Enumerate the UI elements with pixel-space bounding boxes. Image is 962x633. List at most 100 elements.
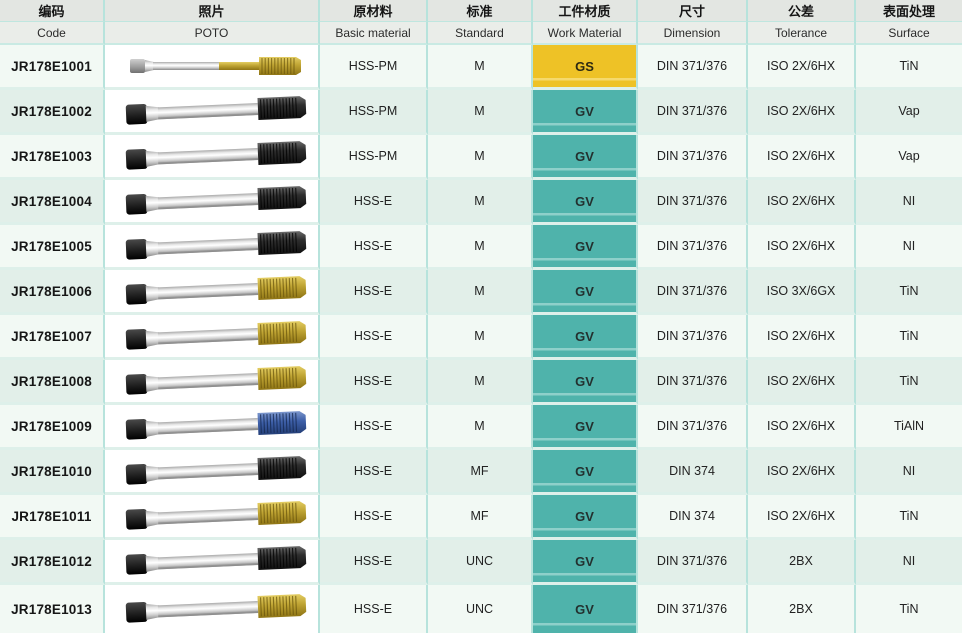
code-cell: JR178E1003 — [0, 135, 105, 180]
tap-photo-image — [113, 135, 309, 179]
photo-cell — [105, 180, 320, 225]
basic-material-cell: HSS-E — [320, 495, 428, 540]
work-material-cell: GV — [533, 405, 638, 450]
standard-cell: M — [428, 360, 533, 405]
code-cell: JR178E1007 — [0, 315, 105, 360]
basic-material-cell: HSS-E — [320, 225, 428, 270]
tolerance-cell: ISO 2X/6HX — [748, 45, 856, 90]
surface-cell: TiAlN — [856, 405, 962, 450]
tap-photo-image — [113, 450, 309, 494]
photo-cell — [105, 315, 320, 360]
column-header-material-en: Basic material — [320, 22, 428, 45]
tap-photo-image — [113, 495, 309, 539]
standard-cell: M — [428, 180, 533, 225]
standard-cell: M — [428, 405, 533, 450]
standard-cell: M — [428, 225, 533, 270]
work-material-cell: GV — [533, 495, 638, 540]
tap-product-table: 编码照片原材料标准工件材质尺寸公差表面处理CodePOTOBasic mater… — [0, 0, 962, 633]
column-header-code-en: Code — [0, 22, 105, 45]
photo-cell — [105, 360, 320, 405]
work-material-cell: GV — [533, 135, 638, 180]
code-cell: JR178E1006 — [0, 270, 105, 315]
column-header-dimension-en: Dimension — [638, 22, 748, 45]
column-header-material-cn: 原材料 — [320, 0, 428, 22]
work-material-cell: GV — [533, 180, 638, 225]
column-header-tolerance-en: Tolerance — [748, 22, 856, 45]
photo-cell — [105, 270, 320, 315]
code-cell: JR178E1002 — [0, 90, 105, 135]
code-cell: JR178E1012 — [0, 540, 105, 585]
tap-photo-image — [113, 360, 309, 404]
dimension-cell: DIN 371/376 — [638, 270, 748, 315]
tolerance-cell: ISO 2X/6HX — [748, 135, 856, 180]
tap-photo-image — [113, 315, 309, 359]
dimension-cell: DIN 374 — [638, 495, 748, 540]
column-header-code-cn: 编码 — [0, 0, 105, 22]
photo-cell — [105, 450, 320, 495]
column-header-surface-en: Surface — [856, 22, 962, 45]
tap-photo-image — [113, 586, 309, 632]
dimension-cell: DIN 371/376 — [638, 45, 748, 90]
surface-cell: TiN — [856, 45, 962, 90]
tolerance-cell: ISO 2X/6HX — [748, 180, 856, 225]
dimension-cell: DIN 371/376 — [638, 315, 748, 360]
standard-cell: M — [428, 135, 533, 180]
basic-material-cell: HSS-E — [320, 315, 428, 360]
standard-cell: UNC — [428, 540, 533, 585]
work-material-cell: GV — [533, 225, 638, 270]
dimension-cell: DIN 371/376 — [638, 135, 748, 180]
tap-photo-image — [113, 225, 309, 269]
work-material-cell: GV — [533, 540, 638, 585]
photo-cell — [105, 540, 320, 585]
code-cell: JR178E1004 — [0, 180, 105, 225]
basic-material-cell: HSS-PM — [320, 90, 428, 135]
tolerance-cell: 2BX — [748, 540, 856, 585]
surface-cell: Vap — [856, 90, 962, 135]
dimension-cell: DIN 371/376 — [638, 360, 748, 405]
surface-cell: NI — [856, 225, 962, 270]
work-material-cell: GV — [533, 315, 638, 360]
tap-photo-image — [113, 90, 309, 134]
code-cell: JR178E1010 — [0, 450, 105, 495]
column-header-photo-en: POTO — [105, 22, 320, 45]
column-header-dimension-cn: 尺寸 — [638, 0, 748, 22]
standard-cell: MF — [428, 450, 533, 495]
photo-cell — [105, 585, 320, 633]
tolerance-cell: ISO 2X/6HX — [748, 90, 856, 135]
standard-cell: MF — [428, 495, 533, 540]
tolerance-cell: ISO 2X/6HX — [748, 405, 856, 450]
tolerance-cell: ISO 2X/6HX — [748, 450, 856, 495]
surface-cell: NI — [856, 180, 962, 225]
photo-cell — [105, 225, 320, 270]
code-cell: JR178E1009 — [0, 405, 105, 450]
code-cell: JR178E1005 — [0, 225, 105, 270]
basic-material-cell: HSS-E — [320, 405, 428, 450]
surface-cell: TiN — [856, 270, 962, 315]
tolerance-cell: ISO 2X/6HX — [748, 225, 856, 270]
dimension-cell: DIN 371/376 — [638, 90, 748, 135]
dimension-cell: DIN 371/376 — [638, 180, 748, 225]
column-header-standard-en: Standard — [428, 22, 533, 45]
column-header-surface-cn: 表面处理 — [856, 0, 962, 22]
dimension-cell: DIN 374 — [638, 450, 748, 495]
surface-cell: Vap — [856, 135, 962, 180]
surface-cell: NI — [856, 450, 962, 495]
basic-material-cell: HSS-E — [320, 360, 428, 405]
work-material-cell: GV — [533, 270, 638, 315]
tolerance-cell: ISO 2X/6HX — [748, 360, 856, 405]
surface-cell: TiN — [856, 495, 962, 540]
code-cell: JR178E1013 — [0, 585, 105, 633]
tap-photo-image — [113, 270, 309, 314]
tolerance-cell: ISO 3X/6GX — [748, 270, 856, 315]
basic-material-cell: HSS-E — [320, 450, 428, 495]
work-material-cell: GV — [533, 585, 638, 633]
standard-cell: M — [428, 90, 533, 135]
standard-cell: M — [428, 315, 533, 360]
column-header-photo-cn: 照片 — [105, 0, 320, 22]
dimension-cell: DIN 371/376 — [638, 585, 748, 633]
tap-photo-image — [113, 405, 309, 449]
code-cell: JR178E1001 — [0, 45, 105, 90]
photo-cell — [105, 405, 320, 450]
tolerance-cell: 2BX — [748, 585, 856, 633]
surface-cell: TiN — [856, 315, 962, 360]
